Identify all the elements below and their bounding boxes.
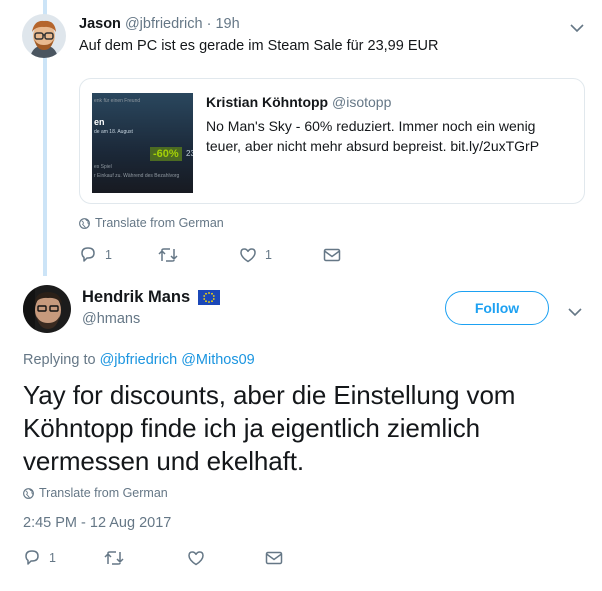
follow-button[interactable]: Follow xyxy=(445,291,549,325)
replying-to-line: Replying to @jbfriedrich @Mithos09 xyxy=(23,352,255,368)
author-name-row: Hendrik Mans xyxy=(82,288,221,307)
retweet-button[interactable] xyxy=(103,550,187,566)
meta-separator: · xyxy=(206,16,212,32)
main-tweet-text: Yay for discounts, aber die Einstellung … xyxy=(23,380,516,476)
replying-to-prefix: Replying to xyxy=(23,352,96,368)
reply-button[interactable]: 1 xyxy=(23,549,103,566)
globe-icon xyxy=(23,487,34,499)
avatar-illustration-icon xyxy=(22,14,66,58)
reply-author-line: Jason @jbfriedrich · 19h xyxy=(79,16,240,32)
quoted-author-name: Kristian Köhntopp xyxy=(206,94,329,110)
direct-message-button[interactable] xyxy=(323,248,341,262)
quoted-tweet-card[interactable]: enk für einen Freund en de am 18. August… xyxy=(79,78,585,204)
avatar-photo-icon xyxy=(23,285,71,333)
reply-author-name[interactable]: Jason xyxy=(79,16,121,32)
eu-flag-icon xyxy=(198,290,221,305)
reply-button[interactable]: 1 xyxy=(79,246,157,263)
author-handle[interactable]: @hmans xyxy=(82,311,140,327)
reply-count: 1 xyxy=(105,247,112,262)
image-text-line2: en xyxy=(94,117,105,127)
main-chevron-down-icon[interactable] xyxy=(568,304,582,322)
like-button[interactable] xyxy=(187,550,265,566)
main-action-bar: 1 xyxy=(23,549,283,566)
quoted-author-line: Kristian Köhntopp @isotopp xyxy=(206,94,391,110)
reply-time[interactable]: 19h xyxy=(215,16,239,32)
avatar[interactable] xyxy=(23,285,71,333)
reply-chevron-down-icon[interactable] xyxy=(570,20,584,38)
envelope-icon xyxy=(265,551,283,564)
quoted-tweet-image: enk für einen Freund en de am 18. August… xyxy=(92,93,193,193)
replying-to-user-link[interactable]: @jbfriedrich xyxy=(100,352,178,368)
replying-to-user-link[interactable]: @Mithos09 xyxy=(181,352,255,368)
retweet-icon xyxy=(104,550,124,565)
main-translate-label: Translate from German xyxy=(39,486,168,500)
reply-action-bar: 1 1 xyxy=(79,246,341,263)
retweet-icon xyxy=(158,247,178,262)
quoted-tweet-text: No Man's Sky - 60% reduziert. Immer noch… xyxy=(206,118,540,154)
globe-icon xyxy=(79,217,90,229)
avatar[interactable] xyxy=(22,14,66,58)
author-name[interactable]: Hendrik Mans xyxy=(82,288,190,307)
image-text-line3: de am 18. August xyxy=(94,129,133,135)
direct-message-button[interactable] xyxy=(265,551,283,565)
reply-count: 1 xyxy=(49,550,56,565)
reply-tweet-text: Auf dem PC ist es gerade im Steam Sale f… xyxy=(79,38,439,54)
like-count: 1 xyxy=(265,247,272,262)
main-translate-link[interactable]: Translate from German xyxy=(23,486,168,500)
reply-author-handle[interactable]: @jbfriedrich xyxy=(125,16,203,32)
reply-icon xyxy=(81,247,95,262)
retweet-button[interactable] xyxy=(157,247,239,263)
reply-translate-label: Translate from German xyxy=(95,216,224,230)
image-text-line1: enk für einen Freund xyxy=(94,98,141,104)
image-text-line4: es Spiel xyxy=(94,164,112,170)
discount-badge: -60% xyxy=(150,147,182,161)
envelope-icon xyxy=(323,248,341,261)
reply-translate-link[interactable]: Translate from German xyxy=(79,216,224,230)
reply-icon xyxy=(25,550,39,565)
quoted-author-handle: @isotopp xyxy=(332,94,392,110)
image-text-line5: r Einkauf zu. Während des Bezahlvorg xyxy=(94,173,180,179)
like-button[interactable]: 1 xyxy=(239,247,323,263)
heart-icon xyxy=(188,550,204,565)
heart-icon xyxy=(240,247,256,262)
tweet-timestamp[interactable]: 2:45 PM - 12 Aug 2017 xyxy=(23,515,171,531)
price-fragment: 23 xyxy=(186,149,193,158)
